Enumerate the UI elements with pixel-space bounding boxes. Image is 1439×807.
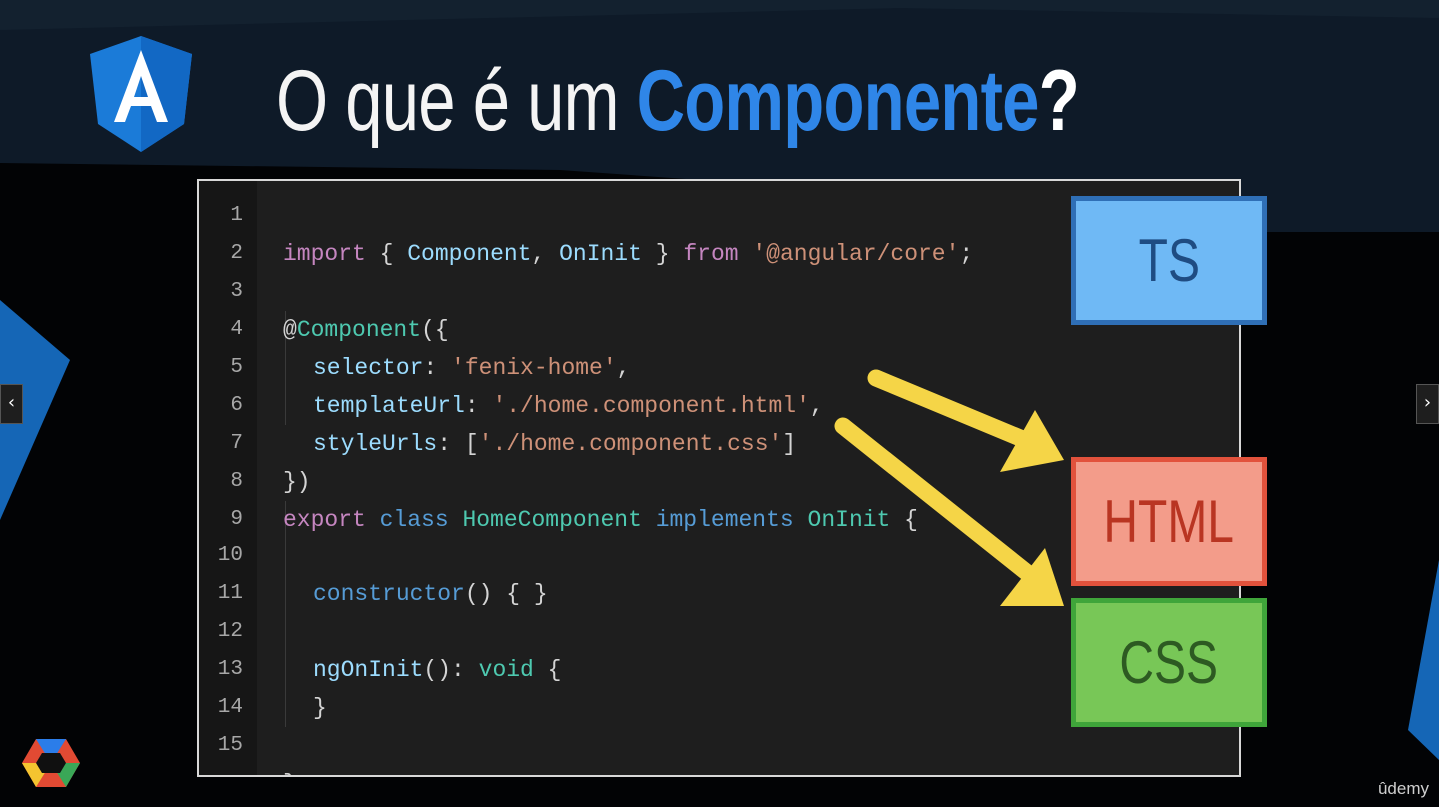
- code-line: }: [313, 695, 327, 721]
- code-line: export class HomeComponent implements On…: [283, 507, 918, 533]
- code-line: import { Component, OnInit } from '@angu…: [283, 241, 974, 267]
- ts-box: TS: [1071, 196, 1267, 325]
- line-number-gutter: 1 2 3 4 5 6 7 8 9 10 11 12 13 14 15: [199, 181, 257, 775]
- line-number: 4: [230, 318, 243, 341]
- code-line: ngOnInit(): void {: [313, 657, 562, 683]
- line-number: 10: [217, 544, 243, 567]
- line-number: 12: [217, 620, 243, 643]
- line-number: 14: [217, 696, 243, 719]
- line-number: 5: [230, 356, 243, 379]
- code-line: styleUrls: ['./home.component.css']: [313, 431, 797, 457]
- next-slide-button[interactable]: ›: [1416, 384, 1439, 424]
- chevron-right-icon: ›: [1423, 392, 1432, 413]
- code-line: }): [283, 469, 311, 495]
- slide: O que é um Componente? 1 2 3 4 5 6 7 8 9…: [0, 0, 1439, 807]
- code-line: selector: 'fenix-home',: [313, 355, 631, 381]
- angular-logo-icon: [90, 36, 192, 152]
- code-line: constructor() { }: [313, 581, 548, 607]
- chevron-left-icon: ‹: [7, 392, 16, 413]
- line-number: 9: [230, 508, 243, 531]
- title-question-mark: ?: [1038, 53, 1080, 149]
- line-number: 11: [217, 582, 243, 605]
- line-number: 2: [230, 242, 243, 265]
- title-accent: Componente: [636, 53, 1040, 149]
- course-logo-icon: [22, 739, 80, 787]
- previous-slide-button[interactable]: ‹: [0, 384, 23, 424]
- udemy-watermark: ûdemy: [1377, 779, 1429, 798]
- html-box: HTML: [1071, 457, 1267, 586]
- line-number: 13: [217, 658, 243, 681]
- line-number: 3: [230, 280, 243, 303]
- css-box: CSS: [1071, 598, 1267, 727]
- line-number: 6: [230, 394, 243, 417]
- line-number: 7: [230, 432, 243, 455]
- slide-title: O que é um Componente?: [276, 46, 1080, 156]
- code-line: }: [257, 727, 367, 775]
- line-number: 1: [230, 204, 243, 227]
- title-light: O que é um: [276, 53, 619, 149]
- line-number: 15: [217, 734, 243, 757]
- code-line: templateUrl: './home.component.html',: [313, 393, 824, 419]
- line-number: 8: [230, 470, 243, 493]
- code-line: @Component({: [283, 317, 449, 343]
